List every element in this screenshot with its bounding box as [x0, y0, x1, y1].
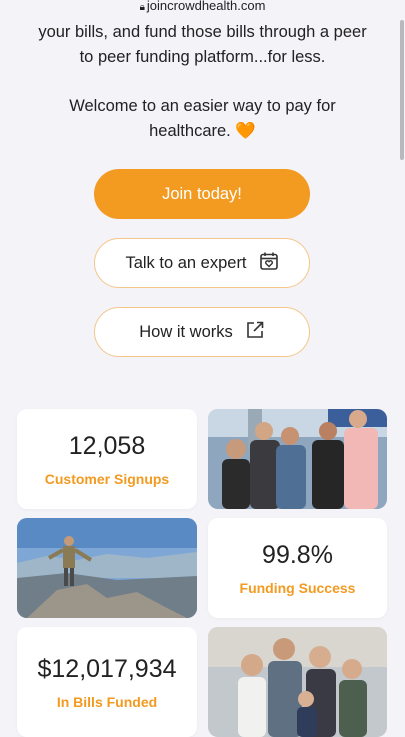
welcome-line-1: Welcome to an easier way to pay for — [69, 97, 336, 115]
talk-to-expert-label: Talk to an expert — [125, 253, 247, 272]
signups-value: 12,058 — [68, 432, 146, 460]
scrollbar[interactable] — [400, 20, 404, 160]
stat-card-funding: 99.8% Funding Success — [208, 518, 387, 618]
welcome-line-2: healthcare. — [149, 122, 236, 140]
stat-card-signups: 12,058 Customer Signups — [17, 409, 197, 509]
lock-icon: 🔒︎ — [139, 2, 145, 13]
how-it-works-button[interactable]: How it works — [94, 307, 310, 357]
hiker-mountain-photo — [17, 518, 197, 618]
intro-line-2: to peer funding platform...for less. — [79, 48, 326, 66]
intro-line-1: your bills, and fund those bills through… — [38, 23, 367, 41]
welcome-text: Welcome to an easier way to pay for heal… — [0, 94, 405, 144]
join-today-button[interactable]: Join today! — [94, 169, 310, 219]
funding-value: 99.8% — [262, 541, 333, 569]
team-group-photo — [208, 409, 387, 509]
bills-value: $12,017,934 — [37, 655, 177, 683]
join-today-label: Join today! — [162, 184, 242, 203]
external-link-icon — [245, 320, 265, 345]
calendar-heart-icon — [259, 251, 279, 276]
intro-text: your bills, and fund those bills through… — [0, 20, 405, 70]
browser-url-bar[interactable]: 🔒︎ joincrowdhealth.com — [0, 0, 405, 14]
talk-to-expert-button[interactable]: Talk to an expert — [94, 238, 310, 288]
how-it-works-label: How it works — [139, 322, 233, 341]
signups-label: Customer Signups — [44, 471, 170, 487]
url-text: joincrowdhealth.com — [146, 0, 266, 13]
funding-label: Funding Success — [239, 580, 356, 596]
stat-card-bills: $12,017,934 In Bills Funded — [17, 627, 197, 737]
orange-heart-icon: 🧡 — [235, 122, 256, 140]
bills-label: In Bills Funded — [56, 694, 158, 710]
family-photo — [208, 627, 387, 737]
